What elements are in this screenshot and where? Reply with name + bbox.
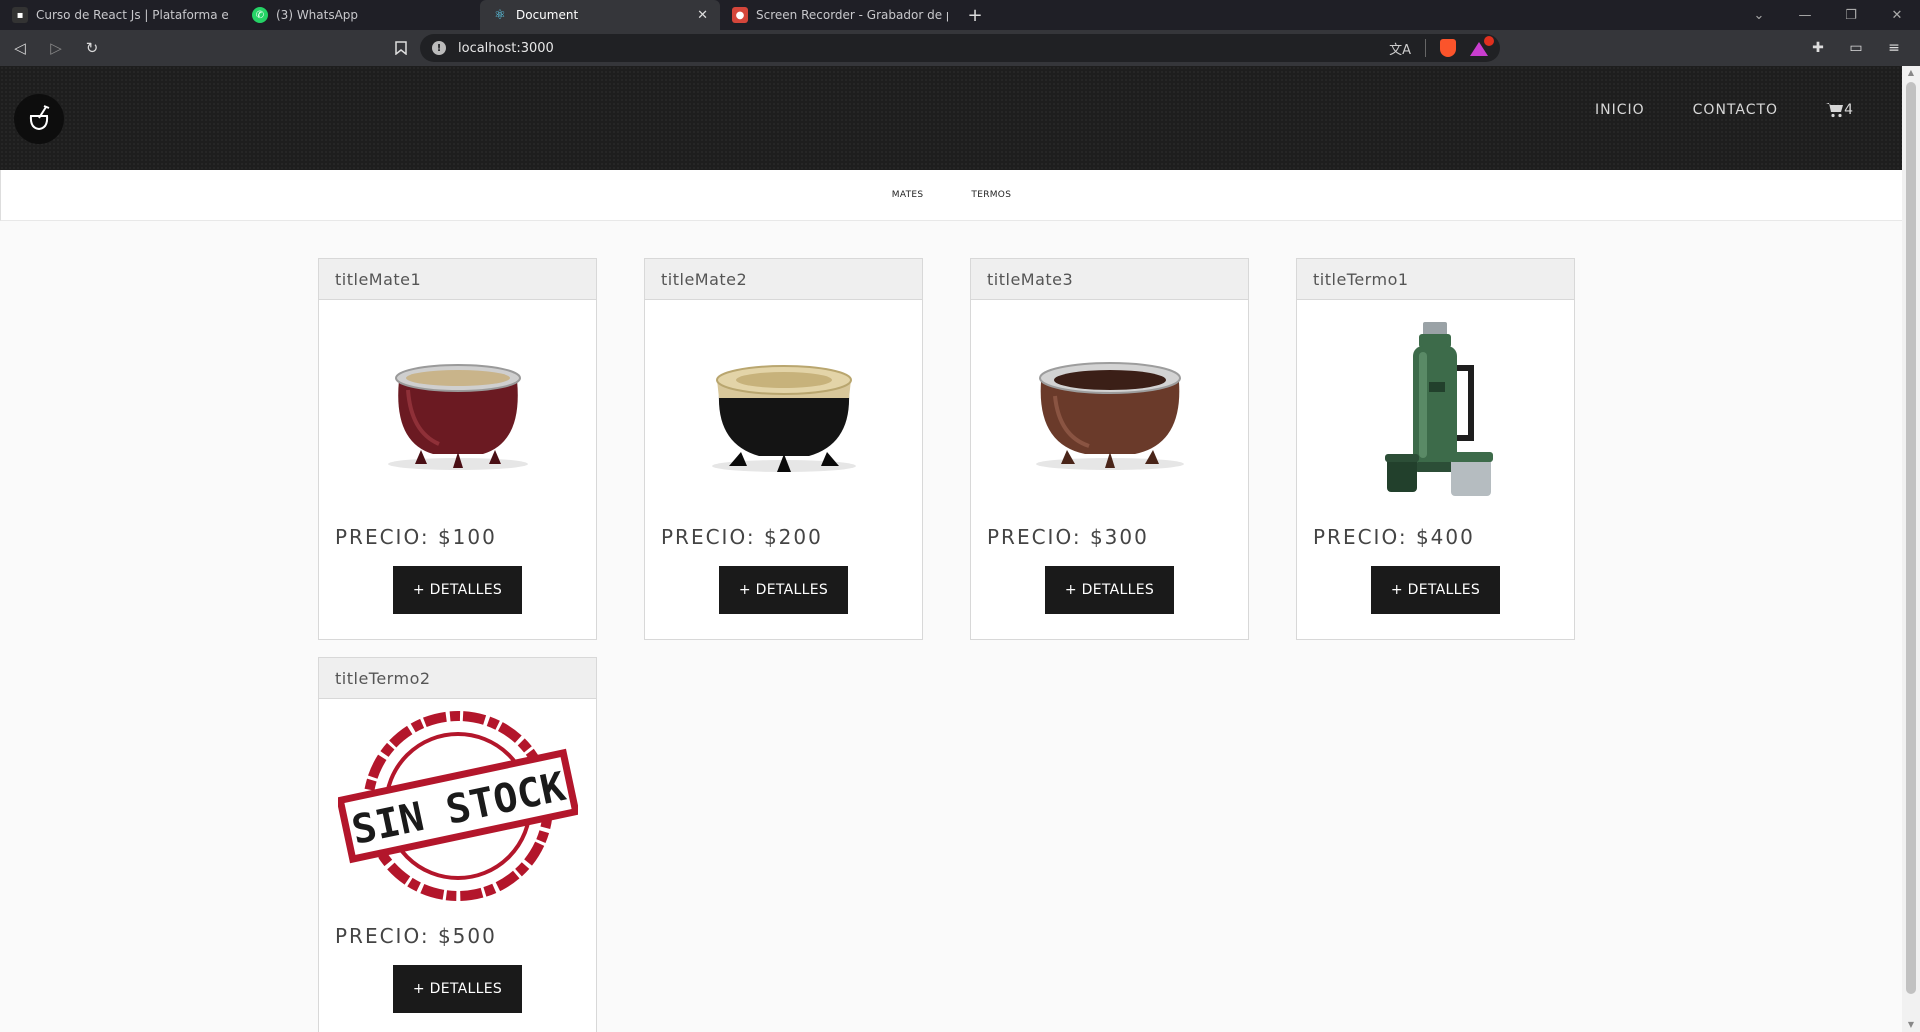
scroll-down-icon[interactable]: ▼ — [1902, 1018, 1920, 1032]
scrollbar-thumb[interactable] — [1906, 82, 1916, 994]
category-nav: MATES TERMOS — [0, 170, 1902, 221]
mate-bordo-image — [319, 300, 596, 514]
coderhouse-favicon-icon: ▪ — [12, 7, 28, 23]
url-text[interactable]: localhost:3000 — [458, 41, 1389, 56]
browser-tab-bar: ▪ Curso de React Js | Plataforma eLearn … — [0, 0, 1920, 30]
browser-toolbar: ◁ ▷ ↻ ! localhost:3000 文A ✚ ▭ ≡ — [0, 30, 1920, 66]
logo[interactable] — [14, 94, 64, 144]
browser-tab[interactable]: ✆ (3) WhatsApp — [240, 0, 480, 30]
menu-icon[interactable]: ≡ — [1878, 32, 1910, 64]
page-viewport: INICIO CONTACTO 4 MATES TERMOS titleMate… — [0, 66, 1902, 1032]
product-card: titleTermo1 PRECIO: $400 + DETALLES — [1296, 258, 1575, 640]
cart-icon — [1826, 103, 1844, 118]
window-controls: ⌄ — ❐ ✕ — [1736, 0, 1920, 30]
minimize-icon[interactable]: — — [1782, 0, 1828, 30]
react-favicon-icon: ⚛ — [494, 7, 506, 23]
main-nav: INICIO CONTACTO 4 — [1595, 102, 1854, 118]
details-button[interactable]: + DETALLES — [719, 566, 848, 614]
reload-icon[interactable]: ↻ — [76, 32, 108, 64]
translate-icon[interactable]: 文A — [1389, 39, 1411, 58]
tab-title: Curso de React Js | Plataforma eLearn — [36, 8, 228, 22]
nav-link-inicio[interactable]: INICIO — [1595, 102, 1645, 118]
product-price: PRECIO: $500 — [335, 924, 497, 948]
product-card: titleMate1 PRECIO: $100 + DETALLES — [318, 258, 597, 640]
extensions-icon[interactable]: ✚ — [1802, 32, 1834, 64]
mate-logo-icon — [29, 105, 50, 131]
product-price: PRECIO: $200 — [661, 525, 823, 549]
tab-title: Screen Recorder - Grabador de pantal — [756, 8, 948, 22]
product-price: PRECIO: $300 — [987, 525, 1149, 549]
tab-search-icon[interactable]: ⌄ — [1736, 0, 1782, 30]
product-card: titleTermo2 SIN STOCK PRECIO: $500 + DET… — [318, 657, 597, 1032]
category-link-mates[interactable]: MATES — [892, 190, 924, 200]
address-bar[interactable]: ! localhost:3000 文A — [420, 34, 1500, 62]
address-bar-actions: 文A — [1389, 36, 1494, 58]
details-button[interactable]: + DETALLES — [1371, 566, 1500, 614]
close-tab-icon[interactable]: ✕ — [697, 8, 708, 23]
restore-icon[interactable]: ❐ — [1828, 0, 1874, 30]
product-title: titleMate1 — [319, 259, 596, 300]
tab-title: (3) WhatsApp — [276, 8, 359, 22]
product-title: titleTermo1 — [1297, 259, 1574, 300]
browser-tab[interactable]: ● Screen Recorder - Grabador de pantal — [720, 0, 960, 30]
product-title: titleTermo2 — [319, 658, 596, 699]
mate-marron-image — [971, 300, 1248, 514]
brave-rewards-icon[interactable] — [1470, 36, 1494, 56]
close-window-icon[interactable]: ✕ — [1874, 0, 1920, 30]
screen-recorder-favicon-icon: ● — [732, 7, 748, 23]
divider — [1425, 39, 1426, 57]
product-price: PRECIO: $100 — [335, 525, 497, 549]
product-card: titleMate2 PRECIO: $200 + DETALLES — [644, 258, 923, 640]
product-title: titleMate2 — [645, 259, 922, 300]
nav-link-contacto[interactable]: CONTACTO — [1693, 102, 1778, 118]
details-button[interactable]: + DETALLES — [393, 965, 522, 1013]
back-icon[interactable]: ◁ — [4, 32, 36, 64]
forward-icon[interactable]: ▷ — [40, 32, 72, 64]
browser-right-tools: ✚ ▭ ≡ — [1802, 32, 1910, 64]
browser-tab-active[interactable]: ⚛ Document ✕ — [480, 0, 720, 30]
whatsapp-favicon-icon: ✆ — [252, 7, 268, 23]
brave-shields-icon[interactable] — [1440, 39, 1456, 57]
wallet-icon[interactable]: ▭ — [1840, 32, 1872, 64]
product-price: PRECIO: $400 — [1313, 525, 1475, 549]
product-card: titleMate3 PRECIO: $300 + DETALLES — [970, 258, 1249, 640]
termo-verde-image — [1297, 300, 1574, 514]
details-button[interactable]: + DETALLES — [393, 566, 522, 614]
scroll-up-icon[interactable]: ▲ — [1902, 66, 1920, 80]
browser-tab[interactable]: ▪ Curso de React Js | Plataforma eLearn — [0, 0, 240, 30]
new-tab-icon[interactable]: + — [960, 0, 990, 30]
cart-widget[interactable]: 4 — [1826, 102, 1854, 118]
site-info-icon[interactable]: ! — [432, 41, 446, 55]
mate-negro-image — [645, 300, 922, 514]
site-header: INICIO CONTACTO 4 — [0, 66, 1902, 170]
sin-stock-image: SIN STOCK — [319, 699, 596, 913]
product-title: titleMate3 — [971, 259, 1248, 300]
tab-title: Document — [516, 8, 579, 22]
cart-count: 4 — [1844, 102, 1854, 118]
bookmark-icon[interactable] — [385, 32, 417, 64]
page-scrollbar[interactable]: ▲ ▼ — [1902, 66, 1920, 1032]
category-link-termos[interactable]: TERMOS — [971, 190, 1011, 200]
details-button[interactable]: + DETALLES — [1045, 566, 1174, 614]
